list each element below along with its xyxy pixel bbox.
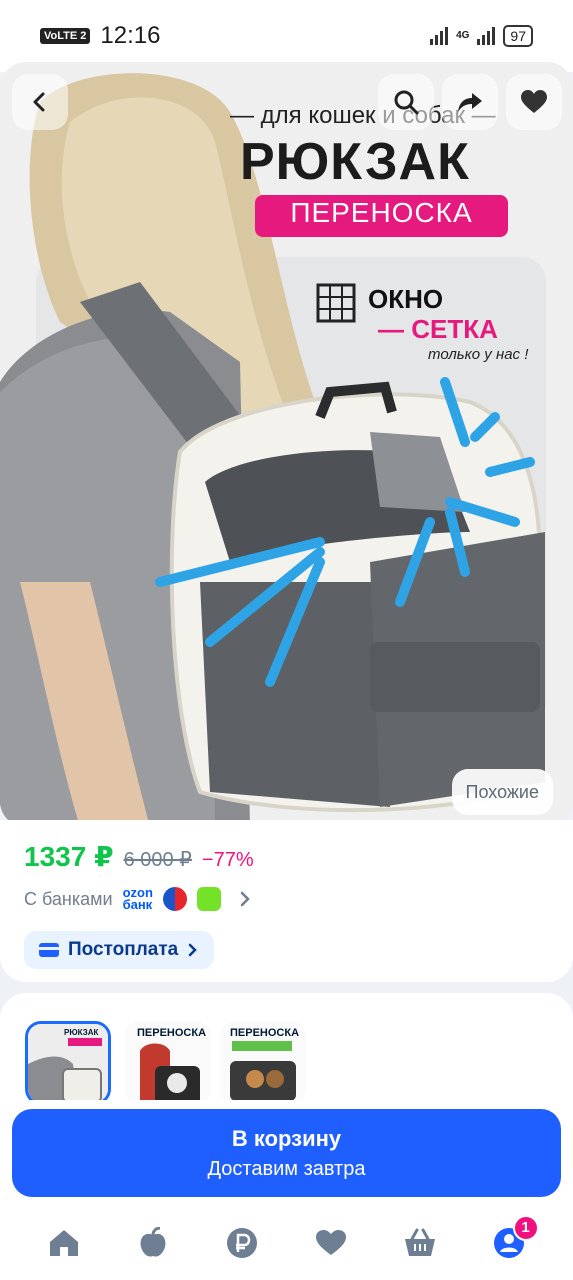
product-gallery[interactable]: — для кошек и собак — РЮКЗАК ПЕРЕНОСКА О… xyxy=(0,62,573,827)
cart-bar: В корзину Доставим завтра xyxy=(0,1100,573,1210)
nav-favorites[interactable] xyxy=(307,1219,355,1267)
status-time: 12:16 xyxy=(100,22,161,49)
postpay-label: Постоплата xyxy=(68,939,179,960)
add-to-cart-label: В корзину xyxy=(231,1125,342,1151)
bank-logo-icon-2 xyxy=(196,887,221,911)
battery-indicator: 97 xyxy=(503,25,533,47)
thumbnail-caption: ПЕРЕНОСКА xyxy=(230,1027,300,1039)
thumbnail-1[interactable]: РЮКЗАК xyxy=(25,1021,111,1105)
signal-icon-2 xyxy=(477,27,496,45)
banks-label: С банками xyxy=(24,888,113,909)
search-icon xyxy=(394,90,419,115)
discount-badge: −77% xyxy=(201,849,254,871)
share-button[interactable] xyxy=(442,74,498,130)
ruble-icon xyxy=(227,1227,258,1258)
network-type: 4G xyxy=(456,30,470,41)
banner-feature-note: только у нас ! xyxy=(428,346,529,363)
card-icon xyxy=(39,943,59,957)
status-icons: 4G 97 xyxy=(430,25,533,47)
nav-cart[interactable] xyxy=(396,1219,444,1267)
signal-icon xyxy=(430,27,449,45)
heart-icon xyxy=(521,90,547,113)
banner-title: РЮКЗАК xyxy=(240,133,470,191)
volte-indicator: VoLTE 2 xyxy=(40,28,91,44)
heart-icon xyxy=(315,1229,346,1255)
nav-fresh[interactable] xyxy=(129,1219,177,1267)
banner-feature-line2: — СЕТКА xyxy=(378,314,498,344)
share-icon xyxy=(458,93,482,112)
price-section: 1337 ₽ 6 000 ₽ −77% С банками ozon банк … xyxy=(0,820,573,982)
thumbnail-caption: ПЕРЕНОСКА xyxy=(137,1027,207,1039)
favorite-button[interactable] xyxy=(506,74,562,130)
banner-feature-line1: ОКНО xyxy=(368,284,444,314)
ozon-bank-logo: ozon банк xyxy=(122,886,153,912)
fresh-icon xyxy=(140,1226,166,1257)
chevron-right-icon xyxy=(188,943,198,957)
nav-profile[interactable]: 1 xyxy=(485,1214,539,1267)
home-icon xyxy=(50,1229,79,1256)
thumbnail-2[interactable]: ПЕРЕНОСКА xyxy=(125,1021,211,1105)
bank-logo-icon xyxy=(162,887,187,911)
chevron-left-icon xyxy=(33,92,45,112)
postpay-button[interactable]: Постоплата xyxy=(24,931,215,969)
thumbnail-3[interactable]: ПЕРЕНОСКА xyxy=(220,1021,306,1105)
current-price: 1337 ₽ xyxy=(24,841,114,872)
bank-offers-row[interactable]: С банками ozon банк xyxy=(24,886,549,912)
add-to-cart-button[interactable]: В корзину Доставим завтра xyxy=(12,1109,561,1197)
profile-badge: 1 xyxy=(512,1214,539,1241)
chevron-right-icon xyxy=(240,891,250,907)
basket-icon xyxy=(404,1228,435,1256)
old-price: 6 000 ₽ xyxy=(123,849,192,871)
nav-home[interactable] xyxy=(40,1219,88,1267)
back-button[interactable] xyxy=(12,74,68,130)
delivery-info: Доставим завтра xyxy=(207,1157,366,1180)
price-row: 1337 ₽ 6 000 ₽ −77% xyxy=(24,840,549,873)
banner-tag: ПЕРЕНОСКА xyxy=(290,197,473,228)
thumbnail-caption: РЮКЗАК xyxy=(64,1028,99,1037)
nav-finance[interactable] xyxy=(218,1219,266,1267)
ozon-bank-line2: банк xyxy=(122,897,153,912)
similar-products-button[interactable]: Похожие xyxy=(451,769,553,815)
search-button[interactable] xyxy=(378,74,434,130)
bottom-navigation: 1 xyxy=(0,1205,573,1280)
